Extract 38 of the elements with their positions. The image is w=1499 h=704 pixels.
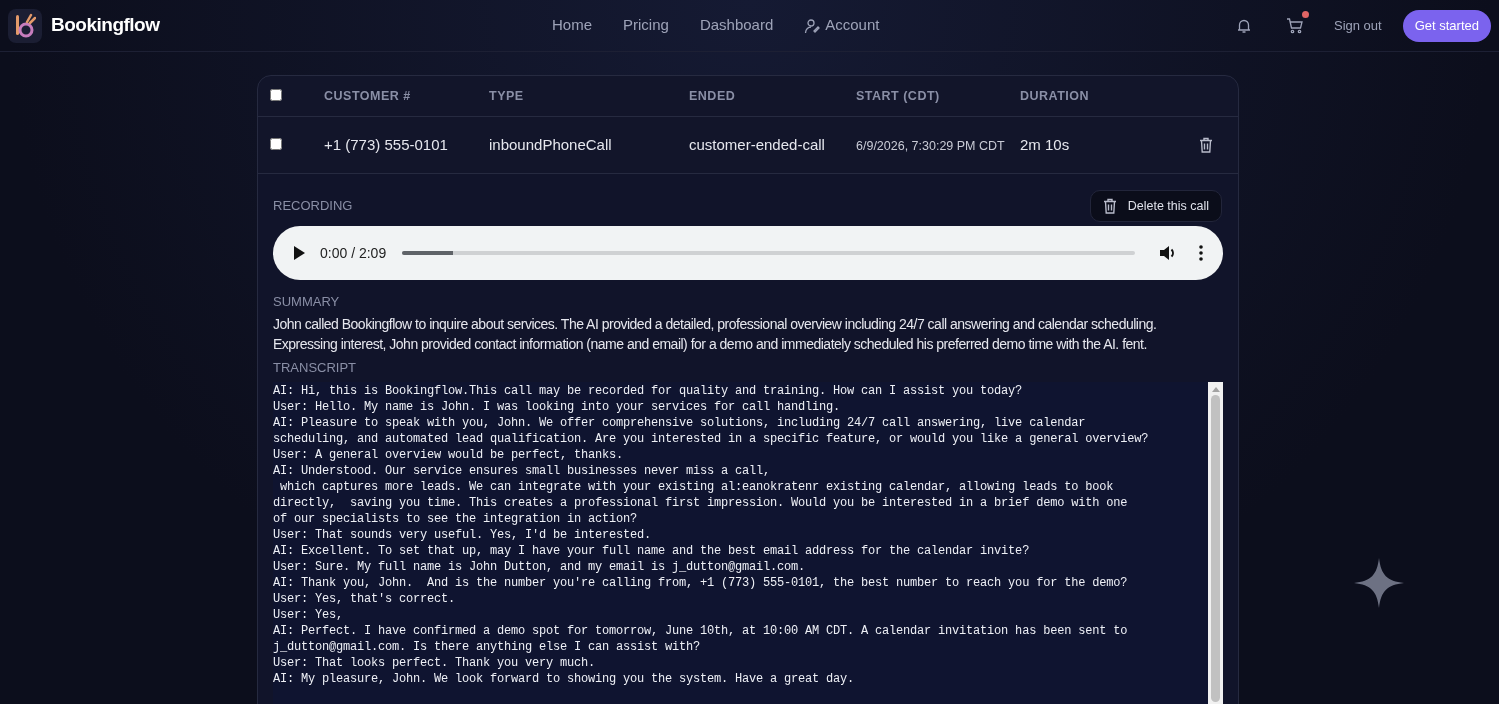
- scrollbar[interactable]: [1208, 382, 1223, 704]
- table-cell: +1 (773) 555-0101: [324, 135, 448, 153]
- column-header: START (CDT): [856, 88, 940, 103]
- table-cell: 2m 10s: [1020, 135, 1070, 153]
- table-cell: 6/9/2026, 7:30:29 PM CDT: [856, 138, 1005, 153]
- trash-icon: [1102, 198, 1117, 214]
- logo-icon: [8, 8, 42, 43]
- cart-icon[interactable]: [1286, 17, 1304, 34]
- transcript-text: AI: Hi, this is Bookingflow.This call may be recorded for quality and training. How can I assist you today? User: Hello. My name is John. I was looking into your services for call handling. AI: Pleasure to speak with you, John. We offer comprehensive solutions, including 24/7 call answering, live calendar scheduling, and automated lead qualification. Are you interested in a specific feature, or would you like a general overview? User: A general overview would be perfect, thanks. AI: Understood. Our service ensures small businesses never miss a call, which captures more leads. We can integrate with your existing al:eanokratenr existing calendar, allowing leads to book directly, saving you time. This creates a professional first impression. Would you be interested in a brief demo with one of our specialists to see the integration in action? User: That sounds very useful. Yes, I'd be interested. AI: Excellent. To set that up, may I have your full name and the best email address for the calendar invite? User: Sure. My full name is John Dutton, and my email is j_dutton@gmail.com. AI: Thank you, John. And is the number you're calling from, +1 (773) 555-0101, the best number to reach you for the demo? User: Yes, that's correct. User: Yes, AI: Perfect. I have confirmed a demo spot for tomorrow, June 10th, at 10:00 AM CDT. A calendar invitation has been sent to j_dutton@gmail.com. Is there anything else I can assist with? User: That looks perfect. Thank you very much. AI: My pleasure, John. We look forward to showing you the system. Have a great day.: [273, 383, 1150, 688]
- trash-icon[interactable]: [1199, 137, 1213, 153]
- summary-text: John called Bookingflow to inquire about services. The AI provided a detailed, professional overview including 24/7 call answering and calendar scheduling. Expressing interest, John provided contact information (name and email) for a demo and immediately scheduled his preferred demo time with the AI. fent.: [273, 314, 1158, 354]
- sign-out-link[interactable]: Sign out: [1334, 15, 1382, 36]
- get-started-button[interactable]: Get started: [1402, 9, 1491, 42]
- column-header: CUSTOMER #: [324, 88, 411, 103]
- table-cell: customer-ended-call: [689, 135, 825, 153]
- delete-call-button[interactable]: Delete this call: [1089, 190, 1222, 222]
- nav-link[interactable]: Pricing: [623, 14, 669, 37]
- section-label: TRANSCRIPT: [273, 358, 358, 377]
- progress-track[interactable]: [402, 251, 1135, 255]
- play-icon[interactable]: [293, 246, 305, 260]
- nav-link[interactable]: Account: [804, 14, 880, 37]
- sparkle-icon: [1354, 558, 1404, 608]
- user-icon: [804, 17, 821, 34]
- notification-bell-icon[interactable]: [1236, 17, 1252, 34]
- more-options-icon[interactable]: [1199, 245, 1203, 261]
- time-display: 0:00 / 2:09: [320, 243, 387, 263]
- nav-link[interactable]: Dashboard: [699, 14, 774, 37]
- brand-name[interactable]: Bookingflow: [51, 11, 160, 40]
- volume-icon[interactable]: [1159, 245, 1177, 261]
- column-header: DURATION: [1020, 88, 1090, 103]
- column-header: TYPE: [489, 88, 524, 103]
- section-label: RECORDING: [273, 197, 353, 216]
- checkbox[interactable]: [270, 88, 282, 101]
- nav-link[interactable]: Home: [552, 14, 592, 37]
- checkbox[interactable]: [270, 137, 282, 150]
- table-cell: inboundPhoneCall: [489, 135, 612, 153]
- column-header: ENDED: [689, 88, 736, 103]
- section-label: SUMMARY: [273, 293, 341, 311]
